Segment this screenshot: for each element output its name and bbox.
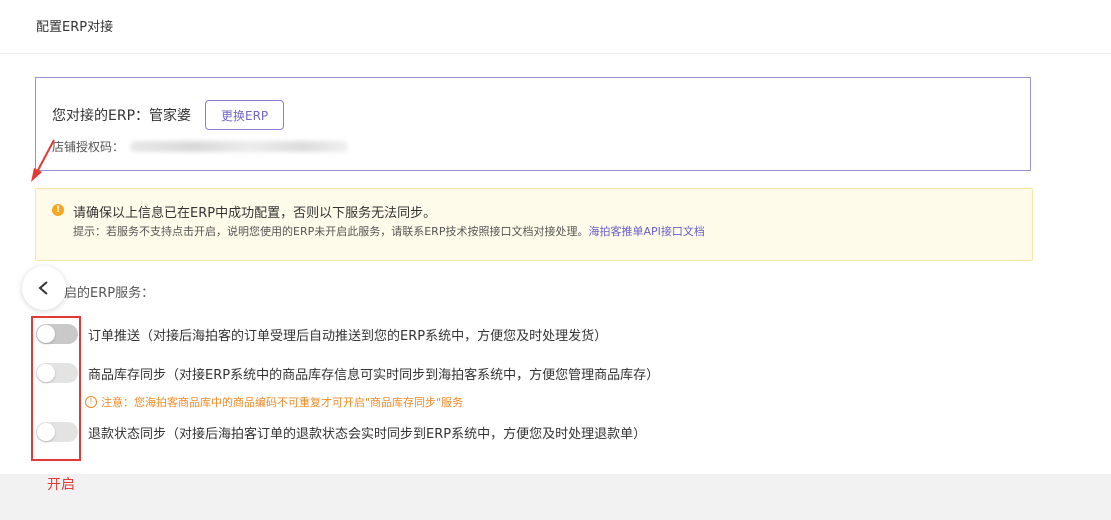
erp-name: 管家婆 <box>149 108 192 124</box>
service-refund-sync: 退款状态同步（对接后海拍客订单的退款状态会实时同步到ERP系统中，方便您及时处理… <box>36 420 646 444</box>
service-label: 商品库存同步（对接ERP系统中的商品库存信息可实时同步到海拍客系统中，方便您管理… <box>88 367 660 383</box>
warning-tip: 提示：若服务不支持点击开启，说明您使用的ERP未开启此服务，请联系ERP技术按照… <box>73 223 705 239</box>
warning-title: 请确保以上信息已在ERP中成功配置，否则以下服务无法同步。 <box>73 206 437 221</box>
stock-sync-note: ! 注意：您海拍客商品库中的商品编码不可重复才可开启"商品库存同步"服务 <box>85 394 463 410</box>
info-icon: ! <box>85 396 97 408</box>
erp-info-panel: 您对接的ERP： 管家婆 更换ERP 店铺授权码： <box>35 77 1031 171</box>
warning-tip-text: 提示：若服务不支持点击开启，说明您使用的ERP未开启此服务，请联系ERP技术按照… <box>73 225 589 238</box>
annotation-label: 开启 <box>47 477 75 493</box>
service-stock-sync: 商品库存同步（对接ERP系统中的商品库存信息可实时同步到海拍客系统中，方便您管理… <box>36 361 659 385</box>
api-doc-link[interactable]: 海拍客推单API接口文档 <box>588 225 704 238</box>
refund-sync-toggle[interactable] <box>36 422 78 442</box>
toggle-knob <box>37 325 55 343</box>
auth-code-label: 店铺授权码： <box>52 140 125 154</box>
auth-code-redacted <box>130 141 349 152</box>
erp-label: 您对接的ERP： <box>52 108 150 124</box>
warning-notice: ! 请确保以上信息已在ERP中成功配置，否则以下服务无法同步。 提示：若服务不支… <box>35 188 1033 261</box>
toggle-knob <box>37 423 55 441</box>
service-label: 退款状态同步（对接后海拍客订单的退款状态会实时同步到ERP系统中，方便您及时处理… <box>88 426 647 442</box>
footer-area <box>0 474 1111 520</box>
collapse-button[interactable] <box>22 266 66 310</box>
toggle-knob <box>37 364 55 382</box>
store-auth-code: 店铺授权码： <box>52 138 349 155</box>
service-label: 订单推送（对接后海拍客的订单受理后自动推送到您的ERP系统中，方便您及时处理发货… <box>88 328 608 344</box>
change-erp-button[interactable]: 更换ERP <box>205 100 285 130</box>
stock-sync-note-text: 注意：您海拍客商品库中的商品编码不可重复才可开启"商品库存同步"服务 <box>101 396 464 409</box>
page-header: 配置ERP对接 <box>0 0 1111 54</box>
annotation-arrow-icon <box>31 139 55 182</box>
stock-sync-toggle[interactable] <box>36 363 78 383</box>
warning-icon: ! <box>52 204 64 216</box>
chevron-left-icon <box>38 281 48 295</box>
service-order-push: 订单推送（对接后海拍客的订单受理后自动推送到您的ERP系统中，方便您及时处理发货… <box>36 322 607 346</box>
erp-current: 您对接的ERP： 管家婆 更换ERP <box>52 99 285 131</box>
page-title: 配置ERP对接 <box>36 20 114 35</box>
erp-config-page: 配置ERP对接 您对接的ERP： 管家婆 更换ERP 店铺授权码： ! 请确保以… <box>0 0 1111 520</box>
order-push-toggle[interactable] <box>36 324 78 344</box>
